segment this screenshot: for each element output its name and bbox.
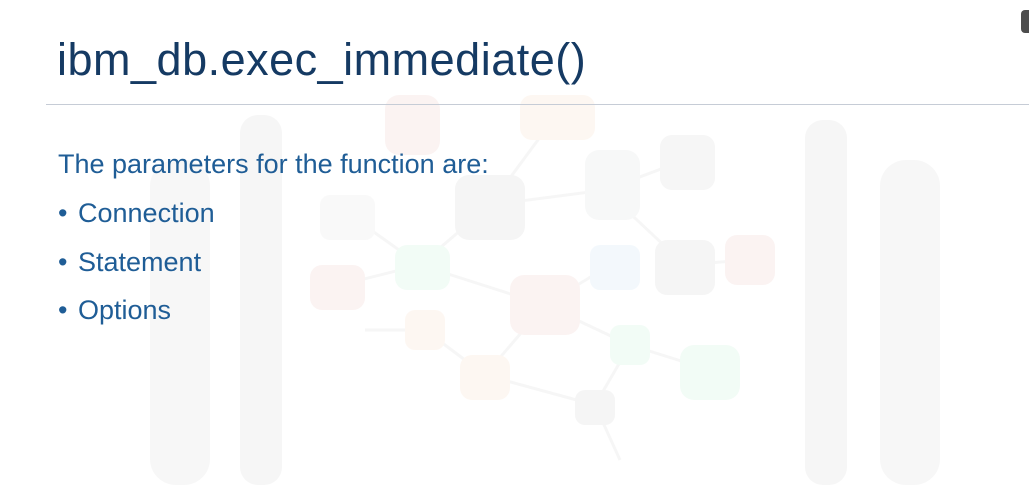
parameter-label: Statement: [78, 246, 202, 277]
slide: ibm_db.exec_immediate() The parameters f…: [0, 0, 1029, 485]
slide-title: ibm_db.exec_immediate(): [57, 34, 587, 85]
parameters-intro: The parameters for the function are:: [58, 149, 489, 179]
bullet-icon: •: [58, 246, 68, 277]
parameter-item-statement: • Statement: [58, 245, 489, 279]
title-divider: [46, 104, 1029, 105]
slide-body: The parameters for the function are: • Co…: [58, 147, 489, 342]
parameter-item-options: • Options: [58, 293, 489, 327]
parameter-label: Connection: [78, 198, 215, 228]
bullet-icon: •: [58, 198, 68, 228]
parameter-label: Options: [78, 295, 172, 325]
corner-tab: [1021, 10, 1029, 33]
bullet-icon: •: [58, 295, 68, 325]
parameter-list: • Connection • Statement • Options: [58, 196, 489, 327]
parameter-item-connection: • Connection: [58, 196, 489, 230]
